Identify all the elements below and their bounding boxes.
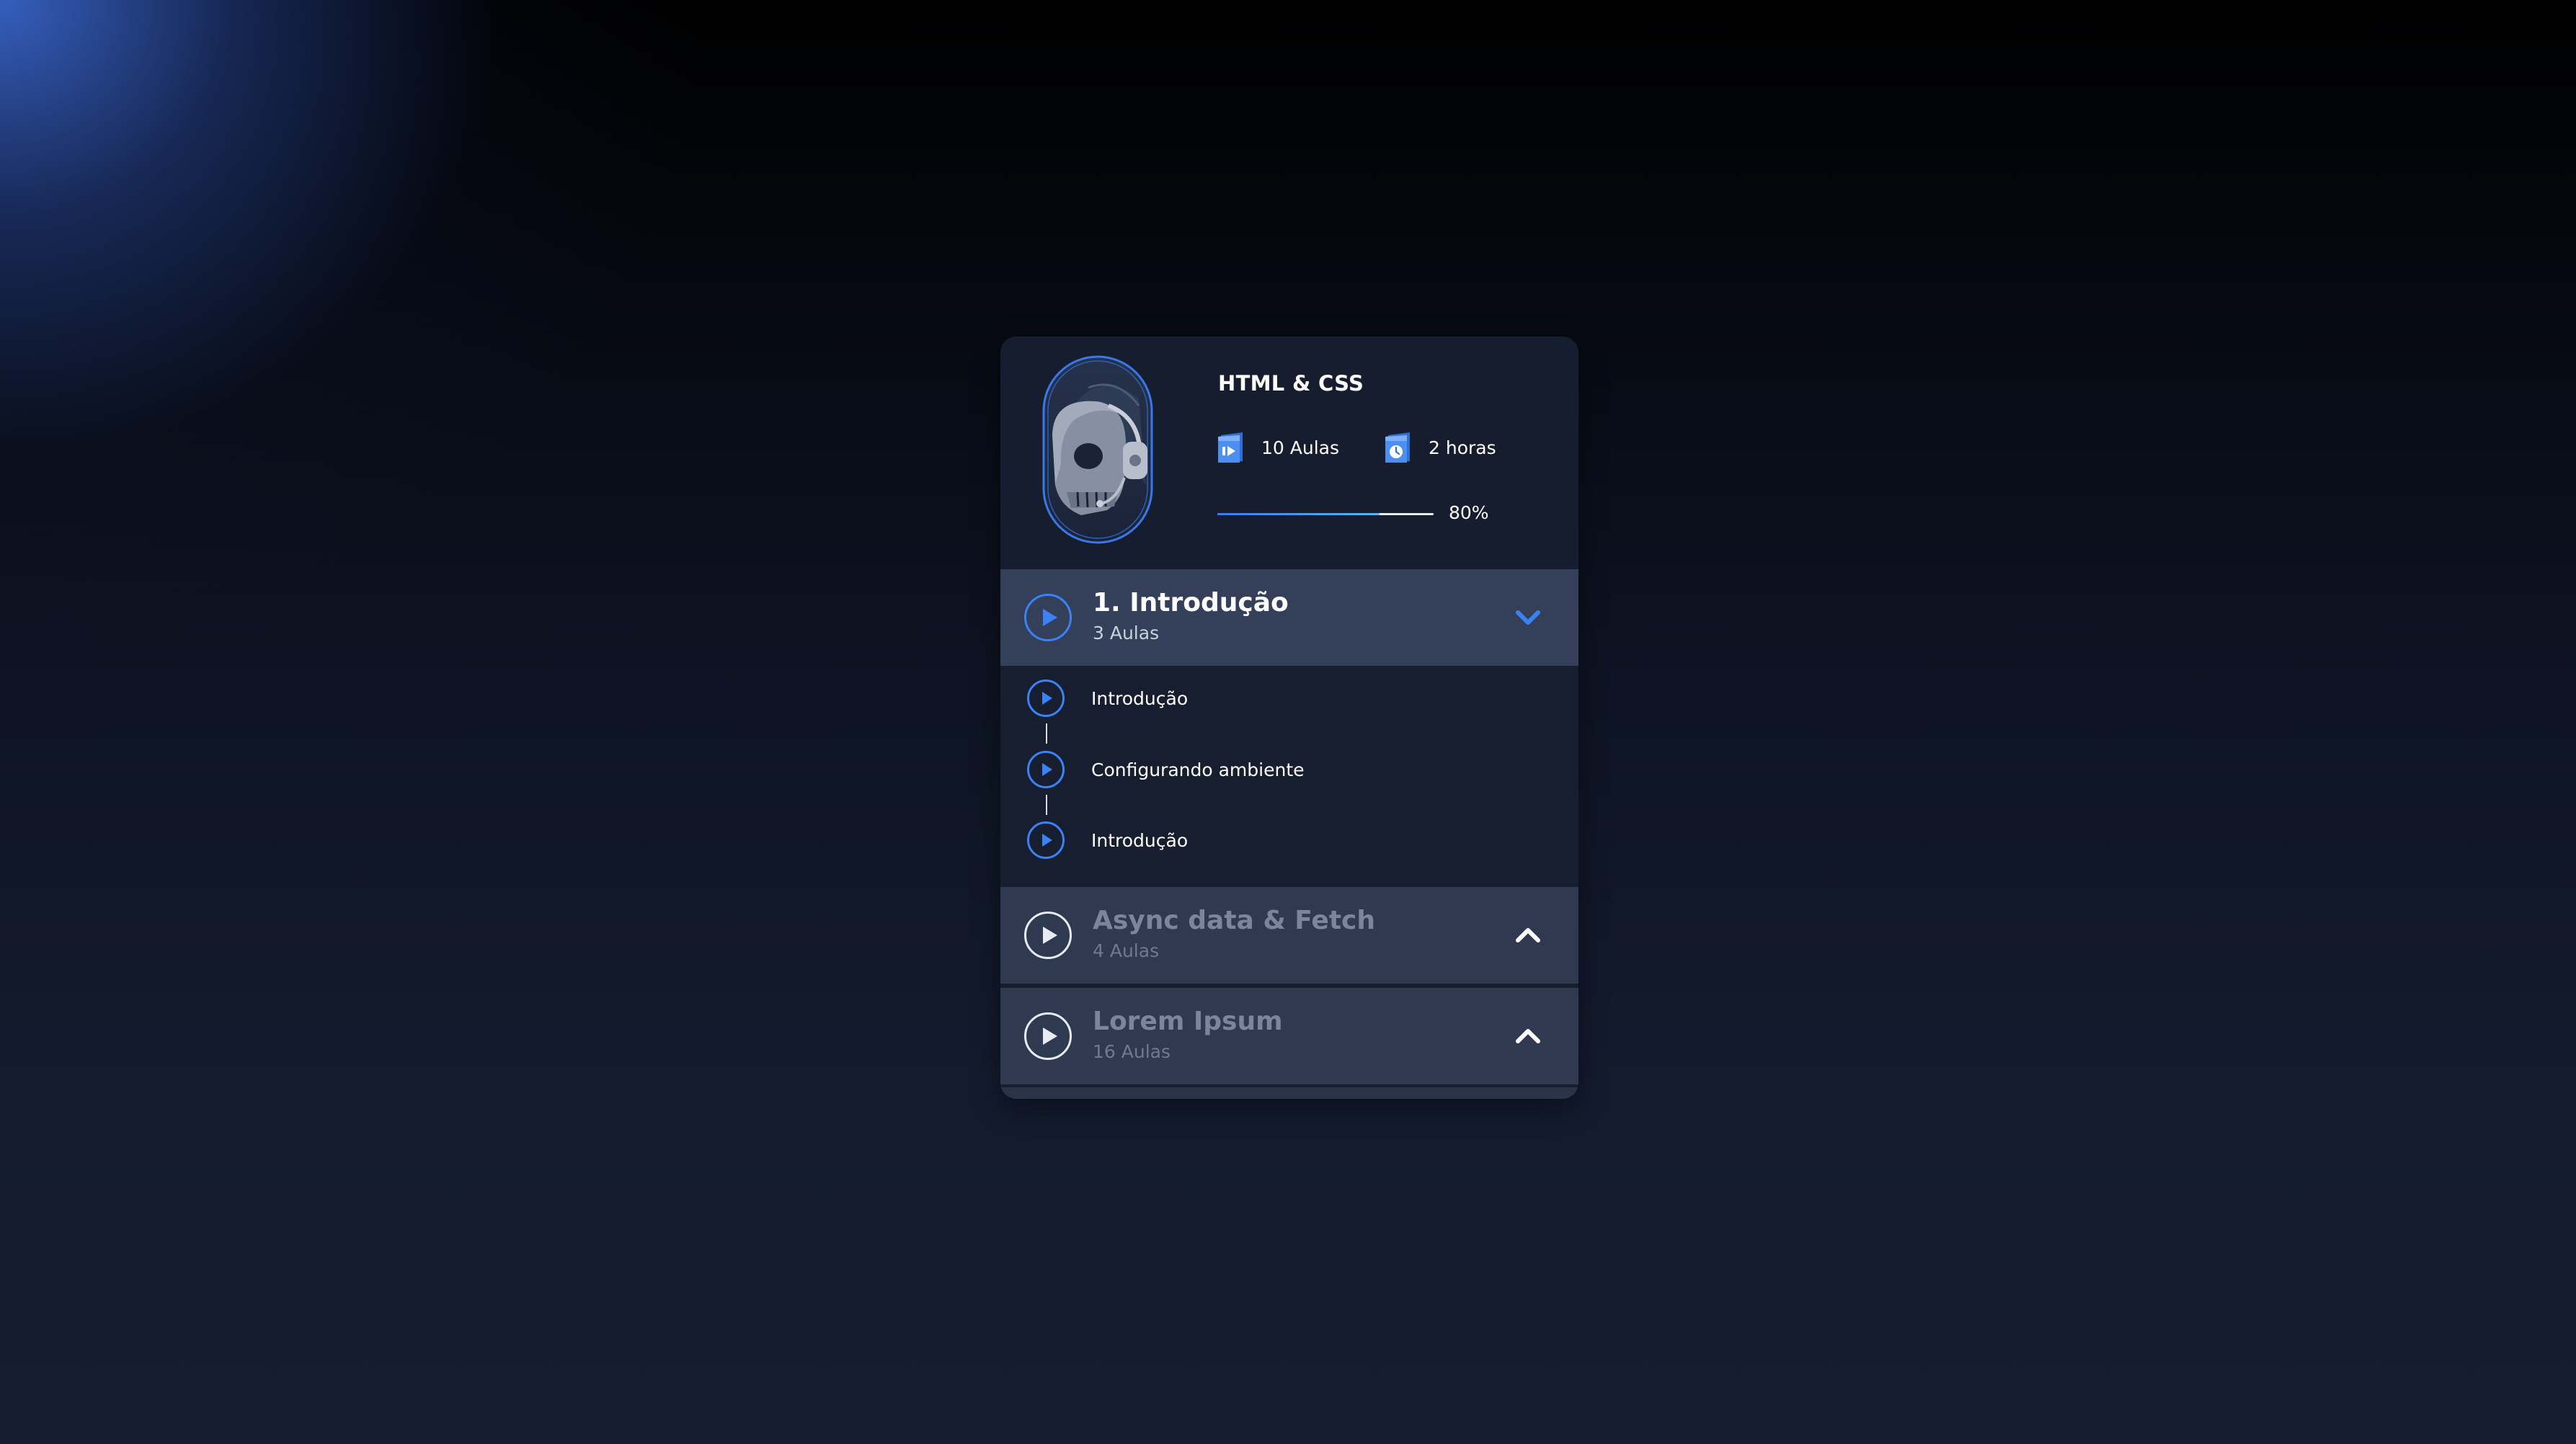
progress-bar <box>1217 513 1434 515</box>
chevron-up-icon[interactable] <box>1514 923 1542 948</box>
lesson-item[interactable]: Introdução <box>1026 821 1188 860</box>
hours-meta: 2 horas <box>1384 431 1496 464</box>
module-title: 1. Introdução <box>1093 588 1289 618</box>
play-icon <box>1024 912 1072 959</box>
module-lesson-count: 3 Aulas <box>1093 623 1160 643</box>
lesson-play-icon <box>1027 751 1065 788</box>
progress-fill <box>1217 513 1380 515</box>
play-icon <box>1024 1012 1072 1060</box>
lesson-title: Introdução <box>1091 687 1189 709</box>
lessons-count: 10 Aulas <box>1261 437 1339 458</box>
module-async-data-fetch[interactable]: Async data & Fetch 4 Aulas <box>1000 887 1578 984</box>
lesson-play-icon <box>1027 821 1065 859</box>
module-title: Async data & Fetch <box>1093 906 1376 935</box>
hours-count: 2 horas <box>1429 437 1496 458</box>
clock-icon <box>1385 432 1410 463</box>
lesson-connector <box>1046 723 1047 744</box>
robot-skull-cover <box>1042 355 1153 544</box>
lesson-list: Introdução Configurando ambiente Introduçã… <box>1000 666 1578 887</box>
lesson-connector <box>1046 795 1047 815</box>
play-icon <box>1024 594 1072 641</box>
card-bottom-edge <box>1000 1087 1578 1099</box>
lesson-title: Introdução <box>1091 829 1189 851</box>
course-header: HTML & CSS 10 Aulas 2 horas 80% <box>1000 337 1578 569</box>
module-introducao[interactable]: 1. Introdução 3 Aulas <box>1000 569 1578 666</box>
course-title: HTML & CSS <box>1218 371 1364 396</box>
module-lesson-count: 16 Aulas <box>1093 1041 1171 1062</box>
course-card: HTML & CSS 10 Aulas 2 horas 80% 1. Intro… <box>1000 337 1578 1099</box>
module-lesson-count: 4 Aulas <box>1093 940 1160 961</box>
lesson-item[interactable]: Configurando ambiente <box>1026 750 1305 789</box>
module-lorem-ipsum[interactable]: Lorem Ipsum 16 Aulas <box>1000 988 1578 1084</box>
lesson-item[interactable]: Introdução <box>1026 679 1188 718</box>
lesson-title: Configurando ambiente <box>1091 759 1305 780</box>
progress-percent: 80% <box>1449 502 1489 523</box>
chevron-up-icon[interactable] <box>1514 1024 1542 1048</box>
lesson-play-icon <box>1027 679 1065 717</box>
chevron-down-icon[interactable] <box>1514 605 1542 630</box>
video-lessons-icon <box>1218 432 1243 463</box>
lessons-meta: 10 Aulas <box>1217 431 1339 464</box>
module-title: Lorem Ipsum <box>1093 1007 1283 1036</box>
